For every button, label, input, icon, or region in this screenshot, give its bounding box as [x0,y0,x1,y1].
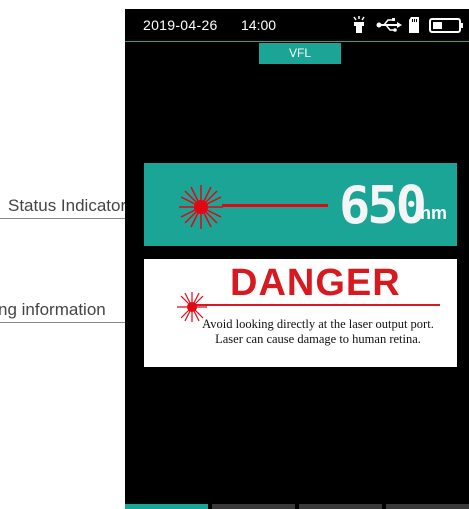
device-screen: 2019-04-26 14:00 VFL 650 nm DANGER Avoid… [125,9,469,509]
bottom-tab-1[interactable] [125,504,208,509]
flashlight-icon [352,16,366,39]
status-date: 2019-04-26 [143,17,218,33]
usb-icon [376,16,402,39]
battery-icon [429,16,465,39]
laser-beam-line [222,204,328,207]
bottom-tab-3[interactable] [299,504,382,509]
callout-status-indicator: Status Indicator [8,196,127,215]
danger-message: Avoid looking directly at the laser outp… [202,317,434,346]
danger-beam-line [196,304,440,306]
bottom-tab-bar [125,504,469,509]
danger-title: DANGER [230,262,401,304]
bottom-tab-2[interactable] [212,504,295,509]
status-bar: 2019-04-26 14:00 [125,9,469,42]
wavelength-unit: nm [420,203,447,223]
danger-warning: DANGER Avoid looking directly at the las… [144,259,457,367]
callout-warning-information-line [0,322,134,323]
tab-vfl[interactable]: VFL [259,43,341,64]
laser-burst-icon [178,184,224,235]
sd-card-icon [408,16,420,39]
callout-status-indicator-line [0,218,134,219]
callout-warning-information: ng information [0,300,106,319]
bottom-tab-4[interactable] [386,504,469,509]
status-time: 14:00 [241,17,277,33]
status-indicator: 650 nm [144,163,457,246]
wavelength-value: 650 [339,176,427,236]
